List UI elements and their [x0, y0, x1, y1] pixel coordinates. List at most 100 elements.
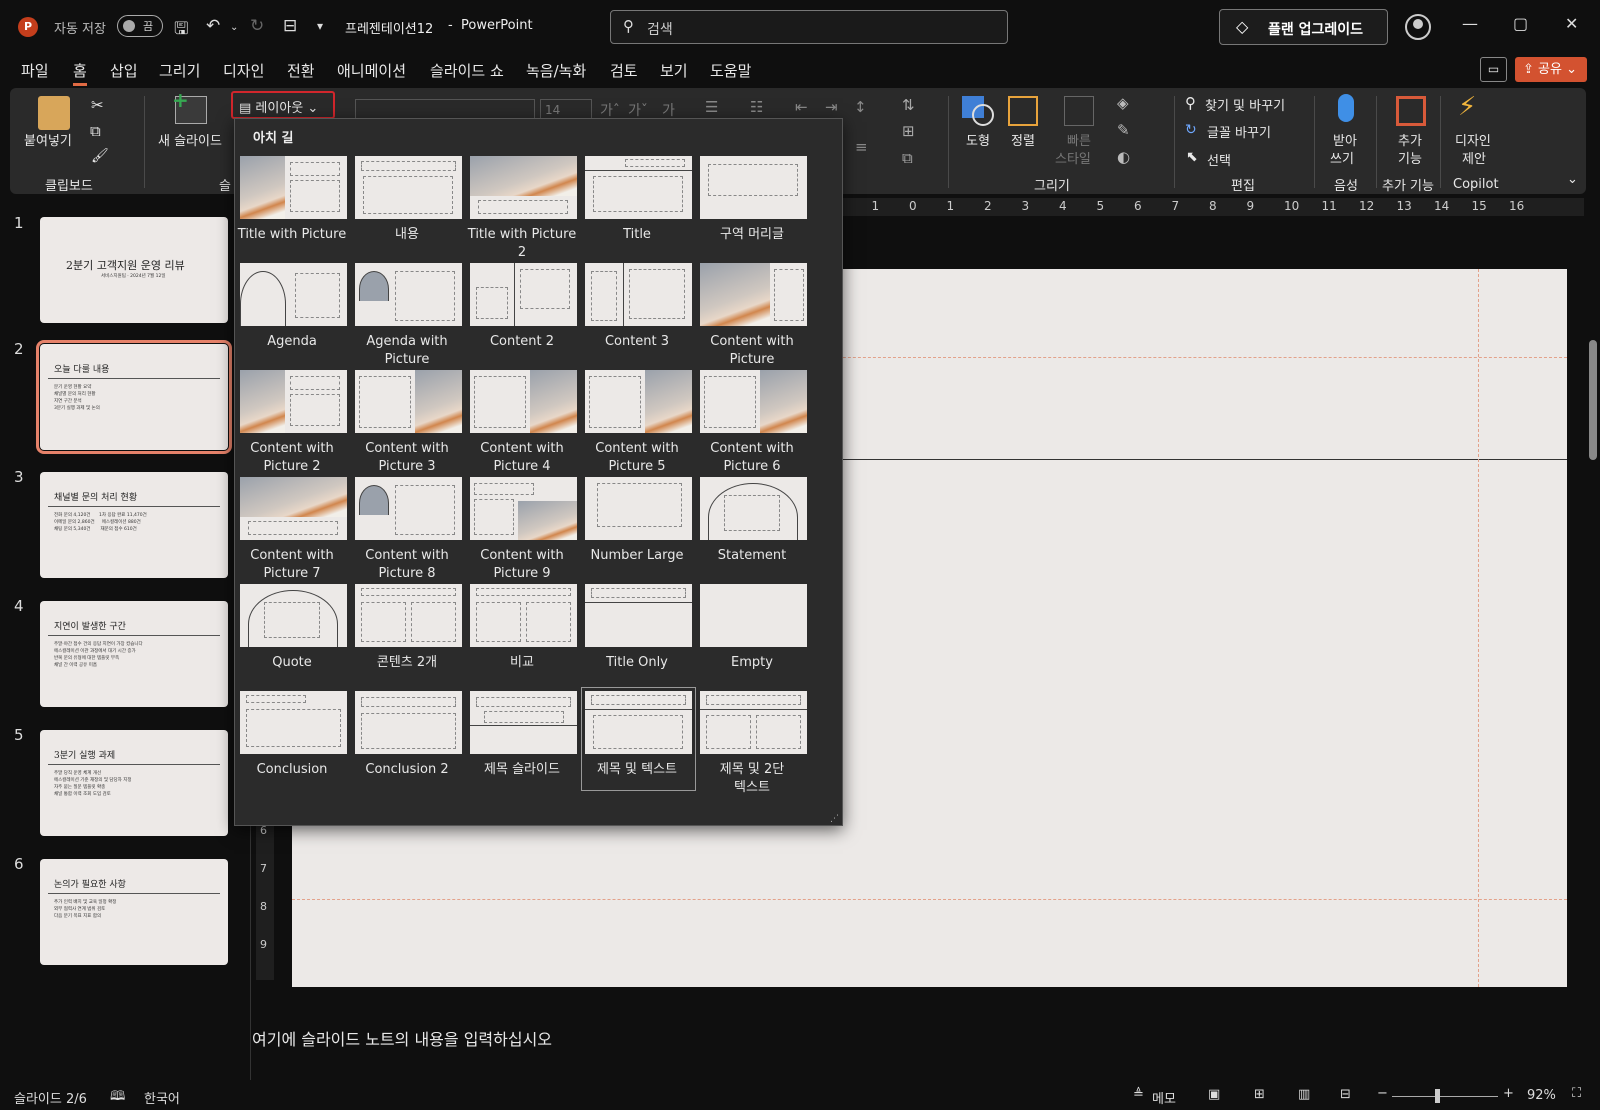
tab-record[interactable]: 녹음/녹화	[526, 60, 586, 81]
maximize-icon[interactable]: ▢	[1513, 14, 1528, 33]
layout-option[interactable]: Title Only	[582, 547, 692, 670]
bullets-icon[interactable]: ☰	[705, 98, 718, 116]
present-icon[interactable]: ⊟	[283, 16, 297, 36]
layout-option[interactable]: Content with Picture 3	[352, 333, 462, 474]
decrease-indent-icon[interactable]: ⇤	[795, 98, 808, 116]
align-icon[interactable]: ≡	[855, 138, 868, 156]
customize-toolbar-icon[interactable]: ▾	[317, 19, 323, 33]
fit-slide-icon[interactable]: ⛶	[1572, 1086, 1581, 1101]
slide-thumbnail-3[interactable]: 채널별 문의 처리 현황 전화 문의 4,120건 1차 응답 완료 11,47…	[40, 472, 228, 578]
format-painter-icon[interactable]: 🖌	[91, 148, 109, 164]
shape-fill-icon[interactable]: ◈	[1117, 94, 1129, 112]
zoom-slider-thumb[interactable]	[1435, 1089, 1440, 1103]
layout-option[interactable]: 제목 슬라이드	[467, 654, 577, 777]
paste-button[interactable]: 붙여넣기	[24, 130, 72, 149]
layout-option[interactable]: 구역 머리글	[697, 119, 807, 242]
copy-icon[interactable]: ⧉	[90, 122, 101, 140]
undo-icon[interactable]: ↶	[206, 16, 220, 36]
tab-design[interactable]: 디자인	[223, 60, 264, 81]
search-box[interactable]: ⚲ 검색	[610, 10, 1008, 44]
increase-indent-icon[interactable]: ⇥	[825, 98, 838, 116]
find-replace-button[interactable]: 찾기 및 바꾸기	[1205, 95, 1285, 114]
save-icon[interactable]: 🖫	[174, 16, 188, 45]
share-button[interactable]: ⇪ 공유 ⌄	[1515, 57, 1587, 82]
notes-button[interactable]: 메모	[1152, 1088, 1176, 1107]
layout-option[interactable]: 비교	[467, 547, 577, 670]
smartart-icon[interactable]: ⧉	[902, 149, 913, 167]
text-direction-icon[interactable]: ⇅	[902, 96, 915, 114]
tab-transitions[interactable]: 전환	[287, 60, 315, 81]
accessibility-icon[interactable]: 🕮	[110, 1087, 125, 1109]
layout-option[interactable]: Content with Picture 9	[467, 440, 577, 581]
slide-sorter-icon[interactable]: ⊞	[1254, 1087, 1265, 1102]
layout-option[interactable]: Content with Picture 4	[467, 333, 577, 474]
layout-option[interactable]: Agenda	[237, 226, 347, 349]
tab-home[interactable]: 홈	[73, 60, 87, 86]
slide-thumbnail-1[interactable]: 2분기 고객지원 운영 리뷰 서비스지원팀 · 2024년 7월 12일	[40, 217, 228, 323]
layout-option[interactable]: 제목 및 텍스트	[581, 654, 696, 791]
layout-option[interactable]: Content with Picture 5	[582, 333, 692, 474]
tab-insert[interactable]: 삽입	[110, 60, 138, 81]
account-avatar[interactable]	[1405, 14, 1431, 40]
layout-option[interactable]: Title with Picture 2	[467, 119, 577, 260]
autosave-toggle[interactable]: 끔	[117, 15, 163, 37]
layout-option[interactable]: 콘텐츠 2개	[352, 547, 462, 670]
language-indicator[interactable]: 한국어	[144, 1088, 180, 1107]
select-button[interactable]: 선택	[1207, 150, 1231, 169]
layout-option[interactable]: Empty	[697, 547, 807, 670]
slide-thumbnail-2[interactable]: 오늘 다룰 내용 분기 운영 현황 요약 채널별 문의 처리 현황 지연 구간 …	[36, 340, 232, 454]
upgrade-plan-button[interactable]: ◇ 플랜 업그레이드	[1219, 9, 1388, 45]
layout-option[interactable]: 제목 및 2단 텍스트	[697, 654, 807, 795]
layout-option[interactable]: Content with Picture 6	[697, 333, 807, 474]
slide-thumbnail-5[interactable]: 3분기 실행 과제 주말 당직 운영 체계 개선 에스컬레이션 기준 재정의 및…	[40, 730, 228, 836]
tab-review[interactable]: 검토	[610, 60, 638, 81]
shape-effects-icon[interactable]: ◐	[1117, 148, 1130, 166]
layout-option[interactable]: Content with Picture 2	[237, 333, 347, 474]
addins-label-1[interactable]: 추가	[1398, 130, 1422, 149]
layout-option[interactable]: Title with Picture	[237, 119, 347, 242]
layout-button[interactable]: ▤ 레이아웃 ⌄	[231, 91, 335, 119]
zoom-in-icon[interactable]: +	[1503, 1086, 1514, 1101]
layout-option[interactable]: Content with Picture	[697, 226, 807, 367]
slide-thumbnail-4[interactable]: 지연이 발생한 구간 주말·야간 접수 건의 응답 지연이 가장 컸습니다 에스…	[40, 601, 228, 707]
scrollbar-thumb[interactable]	[1589, 340, 1597, 460]
layout-option[interactable]: Statement	[697, 440, 807, 563]
tab-draw[interactable]: 그리기	[159, 60, 200, 81]
layout-option[interactable]: Content with Picture 8	[352, 440, 462, 581]
zoom-level[interactable]: 92%	[1527, 1088, 1556, 1103]
layout-option[interactable]: Content 3	[582, 226, 692, 349]
replace-font-button[interactable]: 글꼴 바꾸기	[1207, 122, 1271, 141]
tab-file[interactable]: 파일	[21, 60, 49, 81]
undo-dropdown-icon[interactable]: ⌄	[230, 22, 238, 33]
addins-label-2[interactable]: 기능	[1398, 148, 1422, 167]
tab-view[interactable]: 보기	[660, 60, 688, 81]
ribbon-collapse-icon[interactable]: ⌄	[1567, 172, 1578, 187]
designer-label-2[interactable]: 제안	[1462, 148, 1486, 167]
slideshow-icon[interactable]: ⊟	[1340, 1087, 1351, 1102]
layout-option[interactable]: Conclusion 2	[352, 654, 462, 777]
slide-thumbnail-6[interactable]: 논의가 필요한 사항 추가 인력 배치 및 교육 일정 확정 외부 협력사 연계…	[40, 859, 228, 965]
tab-help[interactable]: 도움말	[710, 60, 751, 81]
tab-animations[interactable]: 애니메이션	[337, 60, 406, 81]
layout-option[interactable]: 내용	[352, 119, 462, 242]
zoom-slider[interactable]	[1392, 1096, 1498, 1097]
dictate-label-2[interactable]: 쓰기	[1330, 148, 1354, 167]
document-title[interactable]: 프레젠테이션12	[345, 18, 433, 37]
minimize-icon[interactable]: —	[1462, 14, 1478, 33]
comments-button[interactable]: ▭	[1480, 57, 1507, 82]
zoom-out-icon[interactable]: −	[1377, 1086, 1388, 1101]
layout-option[interactable]: Title	[582, 119, 692, 242]
new-slide-button[interactable]: 새 슬라이드	[158, 130, 222, 149]
shape-outline-icon[interactable]: ✎	[1117, 121, 1130, 139]
tab-slideshow[interactable]: 슬라이드 쇼	[430, 60, 504, 81]
vertical-scrollbar[interactable]	[1586, 200, 1600, 1010]
layout-option[interactable]: Content with Picture 7	[237, 440, 347, 581]
numbering-icon[interactable]: ☷	[750, 98, 763, 116]
align-text-icon[interactable]: ⊞	[902, 122, 915, 140]
notes-pane[interactable]: 여기에 슬라이드 노트의 내용을 입력하십시오	[252, 1026, 1552, 1060]
dictate-label-1[interactable]: 받아	[1333, 130, 1357, 149]
line-spacing-icon[interactable]: ↕	[854, 98, 867, 116]
layout-option[interactable]: Agenda with Picture	[352, 226, 462, 367]
normal-view-icon[interactable]: ▣	[1208, 1087, 1220, 1102]
reading-view-icon[interactable]: ▥	[1298, 1087, 1310, 1102]
